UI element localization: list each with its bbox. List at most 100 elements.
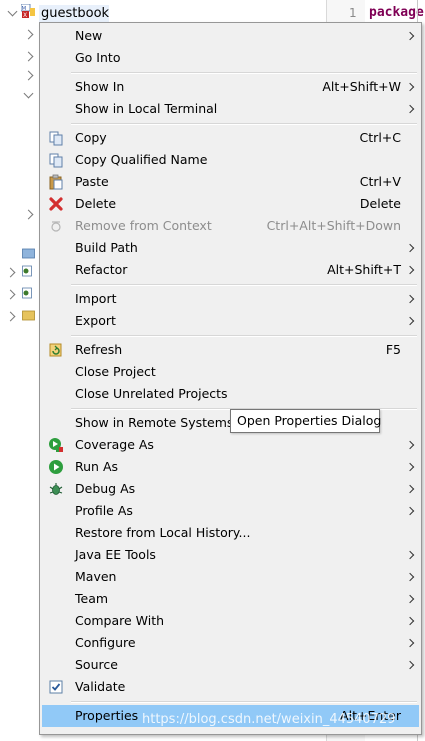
tree-chevron-icon[interactable] [5,289,16,300]
menu-item-label: Remove from Context [75,218,212,233]
menu-item-shortcut: F5 [385,342,401,357]
menu-item-restore-from-local-history[interactable]: Restore from Local History... [42,522,419,544]
menu-item-refresh[interactable]: Refresh F5 [42,339,419,361]
menu-item-label: Team [75,591,109,606]
menu-item-show-in-local-terminal[interactable]: Show in Local Terminal [42,98,419,120]
tree-chevron-icon[interactable] [23,70,34,81]
menu-item-label: Validate [75,679,126,694]
menu-item-maven[interactable]: Maven [42,566,419,588]
submenu-arrow-icon [405,638,415,648]
java-project-icon [22,265,32,277]
submenu-arrow-icon [405,243,415,253]
menu-separator [71,72,417,74]
menu-item-label: Properties [75,708,139,723]
menu-item-run-as[interactable]: Run As [42,456,419,478]
menu-item-shortcut: Alt+Shift+T [327,262,401,277]
menu-item-close-project[interactable]: Close Project [42,361,419,383]
menu-item-delete[interactable]: Delete Delete [42,193,419,215]
menu-item-build-path[interactable]: Build Path [42,237,419,259]
menu-item-shortcut: Ctrl+Alt+Shift+Down [266,218,401,233]
menu-item-go-into[interactable]: Go Into [42,47,419,69]
menu-item-label: Go Into [75,50,121,65]
menu-item-label: Copy Qualified Name [75,152,208,167]
tree-chevron-icon[interactable] [23,51,34,62]
tooltip: Open Properties Dialog [230,409,382,433]
menu-item-compare-with[interactable]: Compare With [42,610,419,632]
menu-item-label: Compare With [75,613,165,628]
submenu-arrow-icon [405,594,415,604]
menu-item-label: Java EE Tools [75,547,156,562]
tree-chevron-icon[interactable] [23,88,34,99]
expand-chevron-icon[interactable] [7,6,18,17]
menu-item-shortcut: Alt+Shift+W [322,79,401,94]
menu-item-validate[interactable]: Validate [42,676,419,698]
menu-item-new[interactable]: New [42,25,419,47]
menu-item-label: Profile As [75,503,133,518]
submenu-arrow-icon [405,104,415,114]
submenu-arrow-icon [405,265,415,275]
submenu-arrow-icon [405,440,415,450]
folder-icon [22,310,35,321]
run-icon [49,460,63,474]
tooltip-text: Open Properties Dialog [237,413,382,428]
menu-item-label: Paste [75,174,109,189]
menu-item-debug-as[interactable]: Debug As [42,478,419,500]
menu-item-remove-from-context: Remove from Context Ctrl+Alt+Shift+Down [42,215,419,237]
menu-item-label: Close Project [75,364,156,379]
menu-item-configure[interactable]: Configure [42,632,419,654]
menu-item-paste[interactable]: Paste Ctrl+V [42,171,419,193]
menu-item-label: Close Unrelated Projects [75,386,228,401]
menu-item-copy[interactable]: Copy Ctrl+C [42,127,419,149]
copy-icon [49,131,63,146]
tree-chevron-icon[interactable] [5,267,16,278]
coverage-icon [49,438,63,452]
menu-separator [71,335,417,337]
menu-item-source[interactable]: Source [42,654,419,676]
menu-item-show-in[interactable]: Show In Alt+Shift+W [42,76,419,98]
menu-item-label: Delete [75,196,117,211]
line-number: 1 [349,6,357,20]
refresh-icon [49,343,62,357]
submenu-arrow-icon [405,294,415,304]
menu-item-coverage-as[interactable]: Coverage As [42,434,419,456]
menu-item-label: Export [75,313,116,328]
debug-bug-icon [49,483,63,495]
svg-text:X: X [23,12,27,18]
menu-item-label: Refactor [75,262,128,277]
menu-item-profile-as[interactable]: Profile As [42,500,419,522]
menu-item-label: Refresh [75,342,123,357]
menu-item-refactor[interactable]: Refactor Alt+Shift+T [42,259,419,281]
submenu-arrow-icon [405,316,415,326]
menu-item-label: Configure [75,635,136,650]
tree-chevron-icon[interactable] [23,29,34,40]
remove-from-context-icon [51,221,61,232]
copy-qualified-name-icon [49,153,63,168]
submenu-arrow-icon [405,550,415,560]
menu-item-label: Restore from Local History... [75,525,251,540]
menu-separator [71,284,417,286]
watermark-text: https://blog.csdn.net/weixin_44540729 [142,712,396,727]
menu-item-shortcut: Ctrl+V [359,174,401,189]
menu-item-import[interactable]: Import [42,288,419,310]
tree-chevron-icon[interactable] [5,311,16,322]
menu-item-label: Source [75,657,118,672]
menu-item-team[interactable]: Team [42,588,419,610]
menu-item-close-unrelated-projects[interactable]: Close Unrelated Projects [42,383,419,405]
paste-icon [49,174,63,190]
submenu-arrow-icon [405,660,415,670]
folder-icon [22,248,35,259]
menu-item-copy-qualified-name[interactable]: Copy Qualified Name [42,149,419,171]
menu-separator [71,123,417,125]
menu-item-java-ee-tools[interactable]: Java EE Tools [42,544,419,566]
project-name-label[interactable]: guestbook [41,6,109,21]
menu-item-export[interactable]: Export [42,310,419,332]
submenu-arrow-icon [405,616,415,626]
menu-item-label: Show in Remote Systems vi [75,415,249,430]
tree-chevron-icon[interactable] [23,209,34,220]
submenu-arrow-icon [405,82,415,92]
maven-project-icon: M X [21,4,35,18]
menu-item-label: Coverage As [75,437,154,452]
menu-item-label: Build Path [75,240,138,255]
menu-item-label: Copy [75,130,107,145]
submenu-arrow-icon [405,572,415,582]
